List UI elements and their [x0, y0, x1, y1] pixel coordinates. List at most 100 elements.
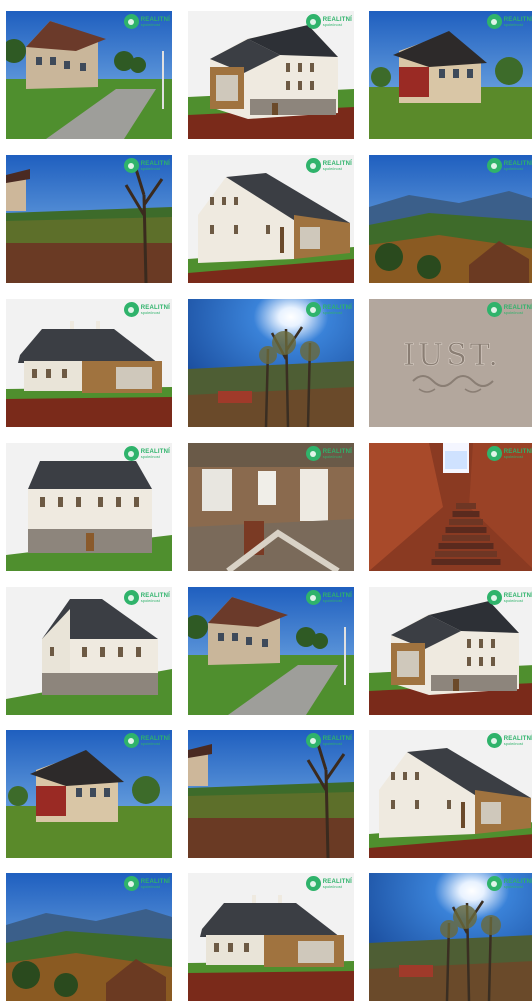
agency-watermark: REALITNÍ společnost [486, 590, 532, 605]
gallery-thumbnail[interactable]: REALITNÍ společnost [188, 587, 354, 715]
thumbnail-image [369, 730, 532, 858]
thumbnail-image [188, 11, 354, 139]
gallery-thumbnail[interactable]: REALITNÍ společnost [6, 587, 172, 715]
agency-logo-icon [305, 733, 321, 748]
gallery-thumbnail[interactable]: REALITNÍ společnost [369, 443, 532, 571]
agency-watermark: REALITNÍ společnost [305, 733, 352, 748]
gallery-thumbnail[interactable]: REALITNÍ společnost [188, 155, 354, 283]
thumbnail-image [6, 730, 172, 858]
agency-logo-icon [123, 302, 139, 317]
agency-logo-icon [305, 158, 321, 173]
agency-logo-icon [305, 446, 321, 461]
thumbnail-image: IUST. [369, 299, 532, 427]
agency-logo-icon [123, 446, 139, 461]
agency-watermark: REALITNÍ společnost [123, 14, 170, 29]
agency-watermark: REALITNÍ společnost [486, 158, 532, 173]
watermark-sub: společnost [322, 453, 342, 459]
thumbnail-image [6, 873, 172, 1001]
agency-logo-icon [123, 590, 139, 605]
agency-watermark: REALITNÍ společnost [486, 14, 532, 29]
agency-logo-icon [486, 446, 502, 461]
gallery-thumbnail[interactable]: REALITNÍ společnost [6, 11, 172, 139]
agency-logo-icon [486, 302, 502, 317]
gallery-thumbnail[interactable]: REALITNÍ společnost [6, 299, 172, 427]
watermark-sub: společnost [322, 165, 342, 171]
gallery-thumbnail[interactable]: REALITNÍ společnost [6, 873, 172, 1001]
thumbnail-image [6, 11, 172, 139]
watermark-sub: společnost [140, 597, 160, 603]
thumbnail-image [6, 155, 172, 283]
watermark-sub: společnost [503, 21, 523, 27]
agency-logo-icon [123, 158, 139, 173]
agency-watermark: REALITNÍ společnost [486, 446, 532, 461]
watermark-sub: společnost [140, 309, 160, 315]
watermark-sub: společnost [503, 453, 523, 459]
agency-watermark: REALITNÍ společnost [305, 876, 352, 891]
photo-gallery-grid: REALITNÍ společnost REALITNÍ společnost [0, 0, 532, 1001]
agency-watermark: REALITNÍ společnost [305, 302, 352, 317]
thumbnail-image [188, 299, 354, 427]
watermark-sub: společnost [503, 309, 523, 315]
gallery-thumbnail[interactable]: REALITNÍ společnost [6, 443, 172, 571]
watermark-sub: společnost [140, 21, 160, 27]
agency-watermark: REALITNÍ společnost [486, 302, 532, 317]
agency-watermark: REALITNÍ společnost [123, 876, 170, 891]
agency-watermark: REALITNÍ společnost [486, 733, 532, 748]
agency-logo-icon [486, 590, 502, 605]
agency-watermark: REALITNÍ společnost [305, 14, 352, 29]
thumbnail-image [6, 299, 172, 427]
agency-watermark: REALITNÍ společnost [123, 302, 170, 317]
thumbnail-image [188, 587, 354, 715]
agency-logo-icon [486, 733, 502, 748]
thumbnail-image [369, 873, 532, 1001]
thumbnail-image [369, 443, 532, 571]
agency-watermark: REALITNÍ společnost [305, 158, 352, 173]
thumbnail-image [188, 730, 354, 858]
thumbnail-image [188, 873, 354, 1001]
agency-logo-icon [486, 158, 502, 173]
agency-logo-icon [305, 876, 321, 891]
agency-logo-icon [305, 14, 321, 29]
agency-watermark: REALITNÍ společnost [486, 876, 532, 891]
agency-logo-icon [305, 302, 321, 317]
agency-watermark: REALITNÍ společnost [123, 590, 170, 605]
watermark-sub: společnost [503, 740, 523, 746]
agency-watermark: REALITNÍ společnost [123, 158, 170, 173]
watermark-sub: společnost [140, 165, 160, 171]
agency-watermark: REALITNÍ společnost [123, 733, 170, 748]
gallery-thumbnail[interactable]: REALITNÍ společnost [369, 155, 532, 283]
watermark-sub: společnost [322, 21, 342, 27]
agency-watermark: REALITNÍ společnost [305, 590, 352, 605]
gallery-thumbnail[interactable]: REALITNÍ společnost [369, 730, 532, 858]
gallery-thumbnail[interactable]: REALITNÍ společnost [369, 587, 532, 715]
gallery-thumbnail[interactable]: REALITNÍ společnost [188, 873, 354, 1001]
gallery-thumbnail[interactable]: REALITNÍ společnost [188, 730, 354, 858]
agency-logo-icon [305, 590, 321, 605]
agency-logo-icon [486, 876, 502, 891]
thumbnail-image [369, 11, 532, 139]
thumbnail-image [6, 443, 172, 571]
thumbnail-image [188, 443, 354, 571]
watermark-sub: společnost [503, 597, 523, 603]
watermark-sub: společnost [503, 165, 523, 171]
thumbnail-image [369, 155, 532, 283]
watermark-sub: společnost [322, 740, 342, 746]
gallery-thumbnail[interactable]: REALITNÍ společnost [6, 155, 172, 283]
watermark-sub: společnost [322, 309, 342, 315]
watermark-sub: společnost [503, 883, 523, 889]
agency-logo-icon [123, 733, 139, 748]
watermark-sub: společnost [140, 740, 160, 746]
gallery-thumbnail[interactable]: REALITNÍ společnost [188, 443, 354, 571]
gallery-thumbnail[interactable]: REALITNÍ společnost [188, 299, 354, 427]
gallery-thumbnail[interactable]: REALITNÍ společnost [6, 730, 172, 858]
gallery-thumbnail[interactable]: REALITNÍ společnost [188, 11, 354, 139]
gallery-thumbnail[interactable]: IUST. REALITNÍ společnost [369, 299, 532, 427]
thumbnail-image [188, 155, 354, 283]
gallery-thumbnail[interactable]: REALITNÍ společnost [369, 11, 532, 139]
thumbnail-image [369, 587, 532, 715]
gallery-thumbnail[interactable]: REALITNÍ společnost [369, 873, 532, 1001]
agency-watermark: REALITNÍ společnost [123, 446, 170, 461]
agency-watermark: REALITNÍ společnost [305, 446, 352, 461]
thumbnail-image [6, 587, 172, 715]
watermark-sub: společnost [322, 883, 342, 889]
